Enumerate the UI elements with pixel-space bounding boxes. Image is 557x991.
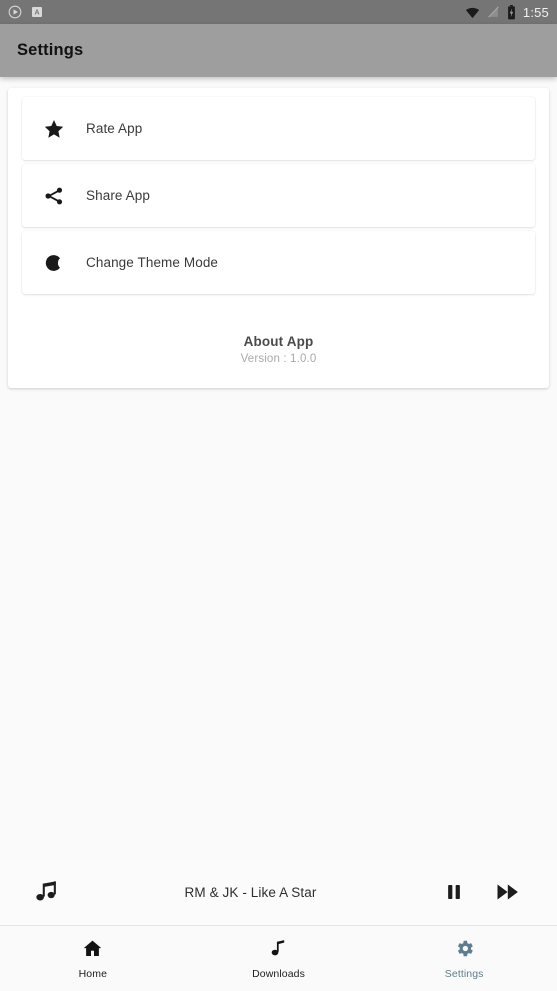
home-icon [82,938,103,964]
settings-item-change-theme-mode[interactable]: Change Theme Mode [22,231,535,294]
gear-icon [454,938,475,964]
status-bar: A 1:55 [0,0,557,24]
svg-text:A: A [34,10,39,17]
about-app-title: About App [243,334,314,349]
mini-player-bar[interactable]: RM & JK - Like A Star [0,859,557,925]
nav-item-label: Downloads [252,967,305,980]
settings-item-rate-app[interactable]: Rate App [22,97,535,160]
pause-icon[interactable] [427,881,481,903]
share-icon [22,185,86,207]
status-bar-right-icons: 1:55 [465,4,549,20]
a-badge-icon: A [32,7,42,17]
nav-item-settings[interactable]: Settings [371,926,557,991]
status-bar-clock: 1:55 [522,4,549,20]
now-playing-title: RM & JK - Like A Star [184,884,317,900]
music-note-icon [268,938,289,964]
settings-item-share-app[interactable]: Share App [22,164,535,227]
phone-screen: A 1:55 Settings Rate App Share App Chang… [0,0,557,991]
play-circle-icon [8,5,22,19]
nav-item-label: Home [78,967,108,980]
nav-item-label: Settings [444,967,484,980]
battery-icon [507,4,515,19]
bottom-navigation: Home Downloads Settings [0,926,557,991]
settings-card: Rate App Share App Change Theme Mode Abo… [8,88,549,388]
about-app-version: Version : 1.0.0 [240,353,317,365]
settings-item-label: Change Theme Mode [86,255,219,270]
settings-item-label: Share App [86,188,150,203]
nav-item-downloads[interactable]: Downloads [186,926,372,991]
star-icon [22,118,86,140]
nav-item-home[interactable]: Home [0,926,186,991]
main-content: Rate App Share App Change Theme Mode Abo… [0,77,557,860]
status-bar-left-icons: A [8,5,43,19]
settings-item-label: Rate App [86,121,143,136]
about-app-section: About App Version : 1.0.0 [8,298,549,382]
page-title: Settings [17,41,84,59]
moon-icon [22,252,86,274]
signal-off-icon [488,6,499,18]
wifi-icon [465,7,479,18]
fast-forward-icon[interactable] [481,880,535,904]
app-bar: Settings [0,24,557,77]
